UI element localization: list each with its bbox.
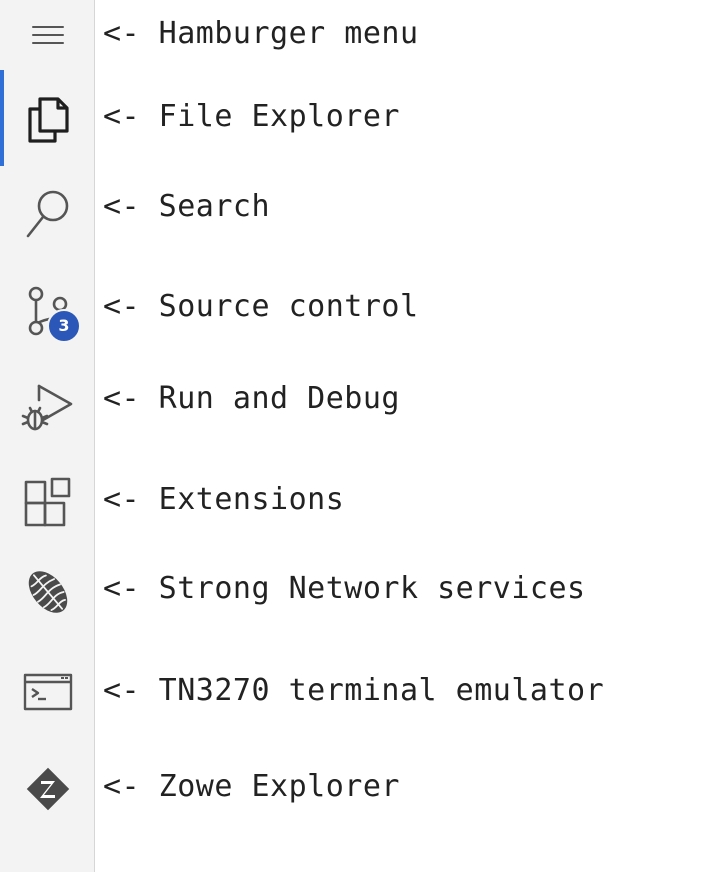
file-explorer-button[interactable] <box>0 88 95 148</box>
activity-bar: 3 <box>0 0 95 872</box>
strong-network-icon <box>28 571 67 613</box>
run-debug-button[interactable] <box>0 376 95 436</box>
extensions-button[interactable] <box>0 474 95 532</box>
annotation-tn3270: <- TN3270 terminal emulator <box>103 673 605 708</box>
terminal-icon <box>23 673 72 711</box>
annotation-source-control: <- Source control <box>103 289 419 324</box>
run-debug-icon <box>21 384 72 431</box>
search-button[interactable] <box>0 184 95 242</box>
annotation-file-explorer: <- File Explorer <box>103 99 400 134</box>
hamburger-menu-icon <box>31 26 64 44</box>
zowe-explorer-button[interactable] <box>0 760 95 818</box>
annotation-strong-network: <- Strong Network services <box>103 571 586 606</box>
source-control-button[interactable]: 3 <box>0 282 95 343</box>
zowe-icon <box>26 767 69 811</box>
source-control-badge: 3 <box>47 309 81 343</box>
annotated-activity-bar: 3 <- Hamburger menu <- File Explorer <- … <box>0 0 706 872</box>
search-icon <box>26 190 68 238</box>
annotation-zowe-explorer: <- Zowe Explorer <box>103 769 400 804</box>
annotation-hamburger-menu: <- Hamburger menu <box>103 16 419 51</box>
extensions-icon <box>24 477 70 527</box>
annotation-run-debug: <- Run and Debug <box>103 381 400 416</box>
strong-network-button[interactable] <box>0 562 95 622</box>
annotation-extensions: <- Extensions <box>103 482 345 517</box>
hamburger-menu-button[interactable] <box>0 14 95 56</box>
tn3270-button[interactable] <box>0 664 95 720</box>
file-explorer-icon <box>27 97 69 143</box>
annotation-search: <- Search <box>103 189 271 224</box>
